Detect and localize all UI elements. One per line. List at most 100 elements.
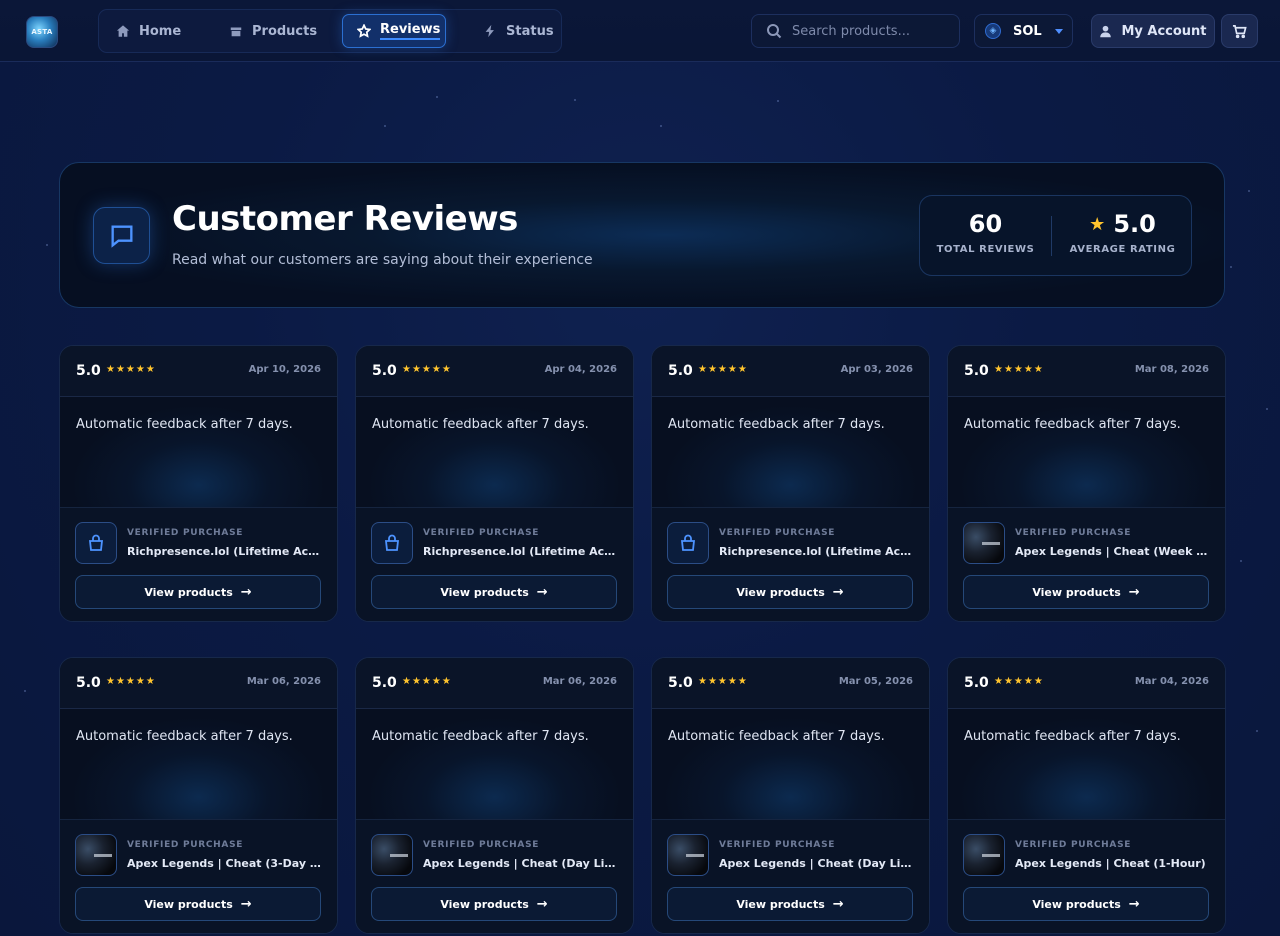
view-products-label: View products [144,585,233,599]
verified-purchase-label: VERIFIED PURCHASE [719,840,836,850]
review-body: Automatic feedback after 7 days. [60,398,337,507]
arrow-right-icon: → [240,584,252,600]
review-date: Apr 03, 2026 [840,364,913,375]
review-text: Automatic feedback after 7 days. [76,729,293,744]
view-products-button[interactable]: View products → [371,575,617,609]
review-card: 5.0 ★★★★★ Mar 04, 2026 Automatic feedbac… [947,657,1226,934]
brand-logo[interactable]: ASTA [26,16,58,48]
arrow-right-icon: → [536,584,548,600]
review-stats: 60 TOTAL REVIEWS ★ 5.0 AVERAGE RATING [919,195,1192,276]
arrow-right-icon: → [832,896,844,912]
review-date: Mar 06, 2026 [246,676,321,687]
verified-purchase-label: VERIFIED PURCHASE [1015,840,1132,850]
page-subtitle: Read what our customers are saying about… [172,252,593,268]
review-card-header: 5.0 ★★★★★ Mar 04, 2026 [948,658,1225,709]
product-thumbnail [75,834,117,876]
verified-purchase-label: VERIFIED PURCHASE [1015,528,1132,538]
review-date: Mar 08, 2026 [1134,364,1209,375]
star-rating-icons: ★★★★★ [106,364,156,375]
product-name: Apex Legends | Cheat (3-Day License) [127,857,322,870]
review-text: Automatic feedback after 7 days. [964,729,1181,744]
product-name: Apex Legends | Cheat (Day License) [719,857,914,870]
review-product: VERIFIED PURCHASE Apex Legends | Cheat (… [948,819,1225,933]
review-card: 5.0 ★★★★★ Mar 06, 2026 Automatic feedbac… [355,657,634,934]
view-products-label: View products [736,897,825,911]
total-reviews-stat: 60 TOTAL REVIEWS [920,210,1051,255]
search-box[interactable] [751,14,960,48]
main-nav: Home Products Reviews Status [98,9,562,53]
review-rating: 5.0 [964,363,989,379]
review-body: Automatic feedback after 7 days. [652,710,929,819]
view-products-label: View products [1032,897,1121,911]
arrow-right-icon: → [536,896,548,912]
home-icon [116,25,130,37]
product-name: Richpresence.lol (Lifetime Access) [127,545,322,558]
review-product: VERIFIED PURCHASE Richpresence.lol (Life… [652,507,929,621]
cart-button[interactable] [1221,14,1258,48]
view-products-button[interactable]: View products → [667,887,913,921]
nav-products[interactable]: Products [229,14,329,48]
review-product: VERIFIED PURCHASE Apex Legends | Cheat (… [356,819,633,933]
my-account-button[interactable]: My Account [1091,14,1215,48]
nav-status[interactable]: Status [483,14,563,48]
view-products-label: View products [736,585,825,599]
review-product: VERIFIED PURCHASE Apex Legends | Cheat (… [652,819,929,933]
review-date: Mar 05, 2026 [838,676,913,687]
review-card: 5.0 ★★★★★ Mar 06, 2026 Automatic feedbac… [59,657,338,934]
view-products-button[interactable]: View products → [371,887,617,921]
nav-reviews[interactable]: Reviews [342,14,446,48]
review-date: Apr 10, 2026 [248,364,321,375]
review-rating: 5.0 [964,675,989,691]
review-body: Automatic feedback after 7 days. [652,398,929,507]
page-title: Customer Reviews [172,199,518,239]
view-products-button[interactable]: View products → [75,575,321,609]
review-body: Automatic feedback after 7 days. [356,710,633,819]
review-card: 5.0 ★★★★★ Apr 03, 2026 Automatic feedbac… [651,345,930,622]
reviews-header: Customer Reviews Read what our customers… [59,162,1225,308]
review-product: VERIFIED PURCHASE Apex Legends | Cheat (… [948,507,1225,621]
product-name: Apex Legends | Cheat (Day License) [423,857,618,870]
review-date: Mar 06, 2026 [542,676,617,687]
average-rating-value: 5.0 [1113,210,1156,238]
currency-selector[interactable]: ◈ SOL [974,14,1073,48]
star-rating-icons: ★★★★★ [402,364,452,375]
review-rating: 5.0 [76,363,101,379]
verified-purchase-label: VERIFIED PURCHASE [423,840,540,850]
star-rating-icons: ★★★★★ [106,676,156,687]
product-name: Apex Legends | Cheat (Week License) [1015,545,1210,558]
review-date: Apr 04, 2026 [544,364,617,375]
review-body: Automatic feedback after 7 days. [948,398,1225,507]
view-products-label: View products [440,585,529,599]
shopping-bag-icon [75,522,117,564]
review-body: Automatic feedback after 7 days. [948,710,1225,819]
review-card-header: 5.0 ★★★★★ Mar 05, 2026 [652,658,929,709]
review-product: VERIFIED PURCHASE Richpresence.lol (Life… [60,507,337,621]
review-rating: 5.0 [668,363,693,379]
view-products-button[interactable]: View products → [667,575,913,609]
view-products-button[interactable]: View products → [963,887,1209,921]
view-products-button[interactable]: View products → [963,575,1209,609]
review-card: 5.0 ★★★★★ Apr 04, 2026 Automatic feedbac… [355,345,634,622]
product-name: Richpresence.lol (Lifetime Access) [423,545,618,558]
review-text: Automatic feedback after 7 days. [668,417,885,432]
review-product: VERIFIED PURCHASE Apex Legends | Cheat (… [60,819,337,933]
review-text: Automatic feedback after 7 days. [372,417,589,432]
verified-purchase-label: VERIFIED PURCHASE [127,528,244,538]
search-input[interactable] [792,23,952,39]
shopping-bag-icon [371,522,413,564]
verified-purchase-label: VERIFIED PURCHASE [719,528,836,538]
arrow-right-icon: → [832,584,844,600]
review-text: Automatic feedback after 7 days. [372,729,589,744]
star-rating-icons: ★★★★★ [994,364,1044,375]
total-reviews-value: 60 [968,210,1003,238]
view-products-button[interactable]: View products → [75,887,321,921]
account-label: My Account [1121,23,1207,39]
search-icon [767,24,782,39]
review-text: Automatic feedback after 7 days. [668,729,885,744]
verified-purchase-label: VERIFIED PURCHASE [127,840,244,850]
average-rating-label: AVERAGE RATING [1069,244,1176,255]
nav-home[interactable]: Home [116,14,200,48]
product-thumbnail [963,834,1005,876]
arrow-right-icon: → [1128,584,1140,600]
chevron-down-icon [1055,29,1063,34]
